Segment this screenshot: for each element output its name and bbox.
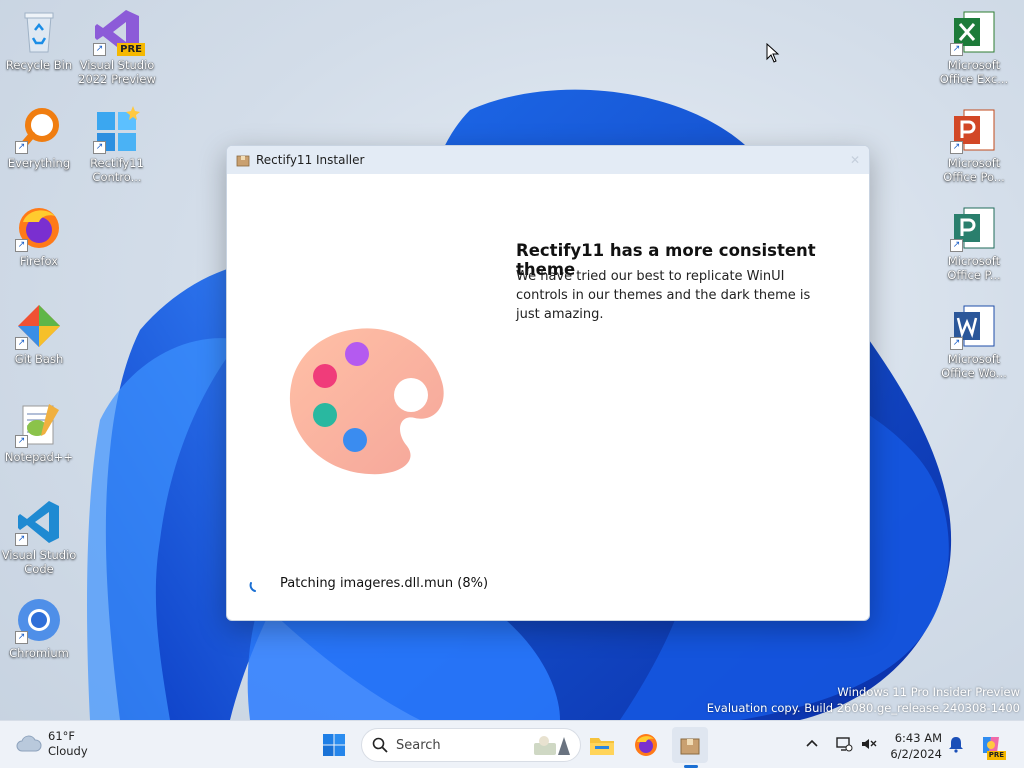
weather-condition: Cloudy [48,744,88,758]
shortcut-arrow-icon: ↗ [93,141,106,154]
excel-icon: ↗ [950,8,998,56]
shortcut-arrow-icon: ↗ [15,337,28,350]
progress-spinner-icon [249,582,256,592]
notification-bell-icon[interactable] [947,735,965,753]
search-icon [372,737,388,753]
desktop-icon-notepad-plus-plus[interactable]: ↗ Notepad++ [0,400,79,464]
mouse-cursor-icon [766,43,780,63]
desktop-icon-vscode[interactable]: ↗ Visual Studio Code [0,498,79,576]
desktop-icon-visual-studio-2022-preview[interactable]: PRE ↗ Visual Studio 2022 Preview [77,8,157,86]
search-highlight-icon [534,736,570,755]
paint-palette-icon [289,328,444,475]
system-clock[interactable]: 6:43 AM 6/2/2024 [884,730,942,762]
rectify11-installer-icon [680,738,700,755]
desktop-icon-chromium[interactable]: ↗ Chromium [0,596,79,660]
desktop-icon-label: Everything [7,156,71,170]
shortcut-arrow-icon: ↗ [950,239,963,252]
volume-muted-icon[interactable] [860,735,878,753]
desktop-icon-label: Microsoft Office P... [947,254,1001,282]
desktop-icon-project[interactable]: ↗ Microsoft Office P... [934,204,1014,282]
start-icon [323,734,345,756]
desktop-icon-word[interactable]: ↗ Microsoft Office Wo... [934,302,1014,380]
visual-studio-icon: PRE ↗ [93,8,145,56]
desktop-icon-label: Recycle Bin [5,58,73,72]
taskbar-firefox[interactable] [628,727,664,763]
feature-description: We have tried our best to replicate WinU… [516,269,811,322]
notepad-plus-plus-icon: ↗ [15,400,63,448]
taskbar-search-box[interactable]: Search [361,728,581,762]
clock-time: 6:43 AM [894,731,942,745]
shortcut-arrow-icon: ↗ [15,533,28,546]
desktop-icon-label: Notepad++ [4,450,74,464]
rectify11-control-center-icon: ↗ [93,106,141,154]
firefox-icon: ↗ [15,204,63,252]
desktop-icon-git-bash[interactable]: ↗ Git Bash [0,302,79,366]
shortcut-arrow-icon: ↗ [15,141,28,154]
project-icon: ↗ [950,204,998,252]
shortcut-arrow-icon: ↗ [950,43,963,56]
close-button[interactable]: ✕ [841,153,869,167]
shortcut-arrow-icon: ↗ [15,435,28,448]
watermark-line-2: Evaluation copy. Build 26080.ge_release.… [706,701,1020,715]
shortcut-arrow-icon: ↗ [15,239,28,252]
install-status-text: Patching imageres.dll.mun (8%) [280,576,489,591]
copilot-button[interactable]: PRE [974,727,1008,763]
file-explorer-icon [590,738,614,755]
chevron-up-icon[interactable] [803,735,821,753]
preview-badge: PRE [117,43,145,56]
watermark-line-1: Windows 11 Pro Insider Preview [837,685,1020,699]
desktop-icon-label: Visual Studio 2022 Preview [78,58,156,86]
search-label: Search [396,737,441,753]
desktop-icon-label: Git Bash [14,352,64,366]
desktop-icon-excel[interactable]: ↗ Microsoft Office Exc... [934,8,1014,86]
clock-date: 6/2/2024 [890,747,942,761]
shortcut-arrow-icon: ↗ [950,141,963,154]
vscode-icon: ↗ [15,498,63,546]
window-title: Rectify11 Installer [256,153,365,167]
weather-temperature: 61°F [48,729,75,743]
shortcut-arrow-icon: ↗ [950,337,963,350]
shortcut-arrow-icon: ↗ [93,43,106,56]
shortcut-arrow-icon: ↗ [15,631,28,644]
recycle-bin-icon [15,8,63,56]
weather-widget[interactable]: 61°F Cloudy [16,729,88,759]
copilot-preview-badge: PRE [986,751,1006,760]
desktop-icon-firefox[interactable]: ↗ Firefox [0,204,79,268]
build-watermark: Windows 11 Pro Insider Preview Evaluatio… [707,684,1020,716]
desktop-icon-powerpoint[interactable]: ↗ Microsoft Office Po... [934,106,1014,184]
everything-search-icon: ↗ [15,106,63,154]
desktop-icon-label: Rectify11 Contro... [90,156,144,184]
desktop-icon-recycle-bin[interactable]: Recycle Bin [0,8,79,72]
taskbar: 61°F Cloudy Search 6:43 AM 6/2/2024 PRE [0,720,1024,768]
installer-window[interactable]: Rectify11 Installer ✕ Rectify11 has a mo… [226,145,870,621]
chromium-icon: ↗ [15,596,63,644]
taskbar-file-explorer[interactable] [584,727,620,763]
firefox-icon [635,734,657,756]
start-button[interactable] [316,727,352,763]
git-bash-icon: ↗ [15,302,63,350]
desktop-icon-rectify11-control[interactable]: ↗ Rectify11 Contro... [77,106,157,184]
taskbar-rectify11-installer[interactable] [672,727,708,763]
desktop-icon-label: Microsoft Office Wo... [941,352,1007,380]
word-icon: ↗ [950,302,998,350]
network-icon[interactable] [835,735,853,753]
cloud-icon [16,735,42,752]
powerpoint-icon: ↗ [950,106,998,154]
installer-box-icon [236,155,250,167]
window-titlebar[interactable]: Rectify11 Installer ✕ [227,146,869,174]
desktop-icon-label: Microsoft Office Exc... [939,58,1009,86]
desktop-icon-label: Chromium [9,646,69,660]
desktop-icon-label: Firefox [19,254,59,268]
desktop-icon-everything[interactable]: ↗ Everything [0,106,79,170]
desktop-icon-label: Microsoft Office Po... [943,156,1005,184]
desktop-icon-label: Visual Studio Code [1,548,77,576]
